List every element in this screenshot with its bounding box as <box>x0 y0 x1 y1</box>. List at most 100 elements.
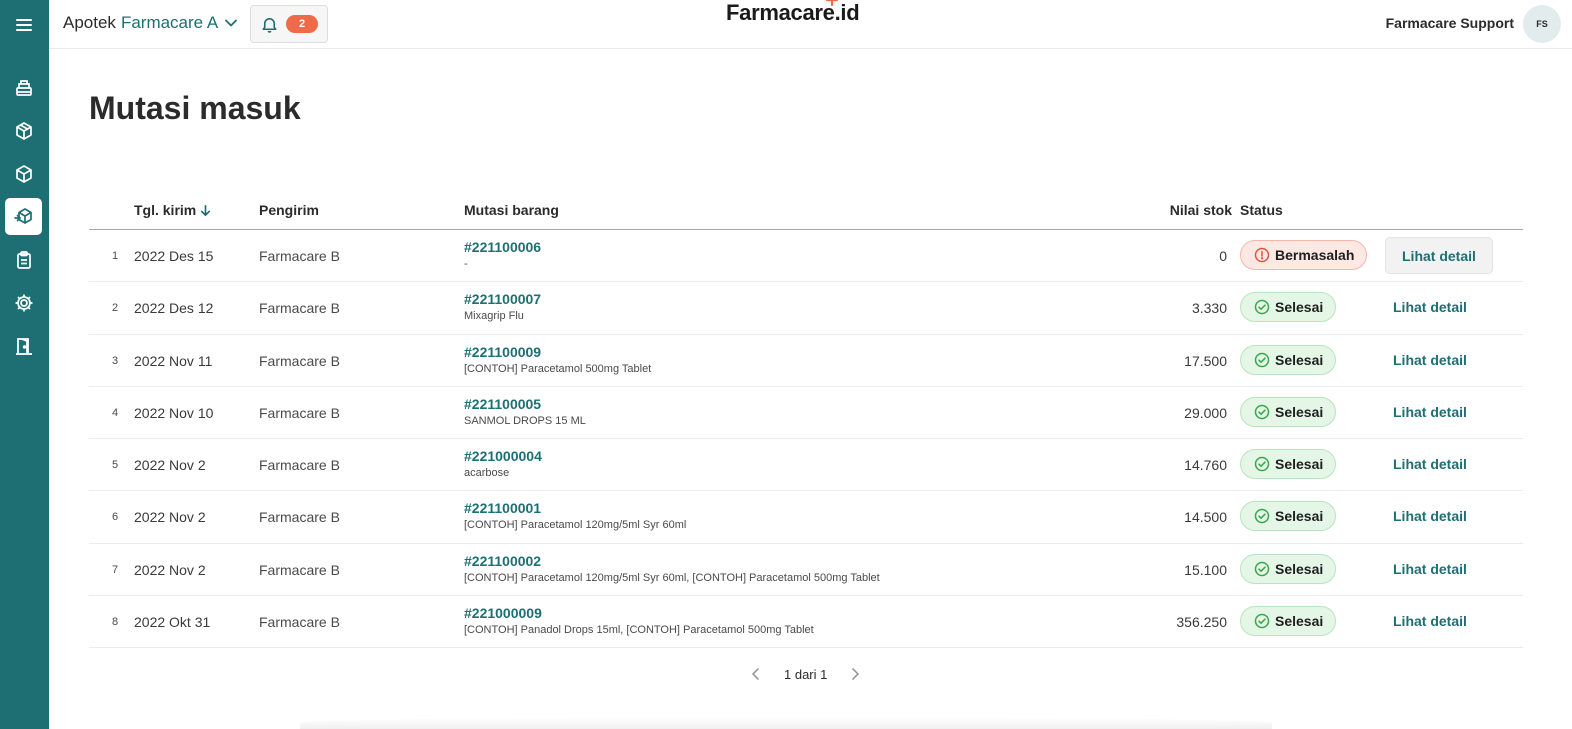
row-number: 6 <box>111 511 119 524</box>
sidebar-item-logout[interactable] <box>5 327 42 364</box>
sidebar-item-settings[interactable] <box>5 284 42 321</box>
row-date: 2022 Nov 10 <box>134 404 214 421</box>
status-label: Selesai <box>1275 560 1324 577</box>
cash-register-icon <box>15 79 32 96</box>
avatar[interactable]: FS <box>1523 5 1561 43</box>
row-date: 2022 Des 12 <box>134 300 214 317</box>
chevron-right-icon[interactable] <box>847 666 863 682</box>
table-row: 7 2022 Nov 2 Farmacare B #221100002 [CONTOH]… <box>89 544 1523 597</box>
table-row: 8 2022 Okt 31 Farmacare B #221000009 [CONTOH… <box>89 596 1523 649</box>
table-row: 1 2022 Des 15 Farmacare B #221100006 - 0 Berma… <box>89 230 1523 283</box>
status-badge: Selesai <box>1240 501 1337 532</box>
table-row: 5 2022 Nov 2 Farmacare B #221000004 acarbose… <box>89 439 1523 492</box>
sidebar-item-reports[interactable] <box>5 241 42 278</box>
row-mutation: #221100009 [CONTOH] Paracetamol 500mg Tab… <box>464 344 651 375</box>
row-mutation: #221100006 - <box>464 239 541 270</box>
row-stock-value: 15.100 <box>1184 561 1227 578</box>
mutation-items: - <box>464 258 468 270</box>
sidebar <box>0 0 49 729</box>
row-sender: Farmacare B <box>259 561 340 578</box>
mutation-items: [CONTOH] Panadol Drops 15ml, [CONTOH] Pa… <box>464 624 814 637</box>
mutation-code[interactable]: #221000004 <box>464 448 542 464</box>
pagination: 1 dari 1 <box>748 666 863 682</box>
row-number: 3 <box>111 354 119 367</box>
check-circle-icon <box>1254 300 1270 315</box>
view-detail-button[interactable]: Lihat detail <box>1393 613 1467 629</box>
status-label: Selesai <box>1275 456 1324 473</box>
status-badge: Selesai <box>1240 292 1337 323</box>
view-detail-button[interactable]: Lihat detail <box>1393 299 1467 315</box>
status-badge: Selesai <box>1240 396 1337 427</box>
view-detail-button[interactable]: Lihat detail <box>1393 404 1467 420</box>
exit-door-icon <box>15 337 32 355</box>
mutation-code[interactable]: #221100002 <box>464 553 880 569</box>
mutation-items: [CONTOH] Paracetamol 120mg/5ml Syr 60ml <box>464 519 687 532</box>
check-circle-icon <box>1254 404 1270 420</box>
sidebar-item-inventory[interactable] <box>5 112 42 149</box>
table-row: 3 2022 Nov 11 Farmacare B #221100009 [CONTOH… <box>89 335 1523 387</box>
chevron-down-icon <box>225 19 238 27</box>
column-header-date-label: Tgl. kirim <box>134 202 197 218</box>
pagination-label: 1 dari 1 <box>784 666 828 682</box>
mutation-code[interactable]: #221000009 <box>464 605 814 621</box>
mutation-code[interactable]: #221100005 <box>464 396 586 412</box>
mutation-code[interactable]: #221100007 <box>464 291 541 307</box>
alert-circle-icon <box>1254 247 1270 263</box>
mutation-code[interactable]: #221100009 <box>464 344 651 360</box>
view-detail-button[interactable]: Lihat detail <box>1393 352 1467 368</box>
row-date: 2022 Nov 2 <box>134 509 206 526</box>
mutation-items: Mixagrip Flu <box>464 310 524 323</box>
status-label: Selesai <box>1275 613 1324 630</box>
clipboard-icon <box>16 250 31 269</box>
mutation-items: SANMOL DROPS 15 ML <box>464 414 586 427</box>
sidebar-item-products[interactable] <box>5 155 42 192</box>
status-label: Selesai <box>1275 299 1324 316</box>
column-header-date[interactable]: Tgl. kirim <box>134 202 212 218</box>
notification-button[interactable]: 2 <box>250 5 328 43</box>
status-label: Selesai <box>1275 508 1324 525</box>
chevron-left-icon[interactable] <box>748 666 764 682</box>
check-circle-icon <box>1254 613 1270 629</box>
menu-button[interactable] <box>5 6 42 43</box>
bottom-shadow <box>300 717 1272 729</box>
row-mutation: #221100002 [CONTOH] Paracetamol 120mg/5ml… <box>464 553 880 584</box>
row-date: 2022 Des 15 <box>134 248 214 264</box>
user-name[interactable]: Farmacare Support <box>1386 15 1514 31</box>
row-sender: Farmacare B <box>259 614 340 631</box>
table-body: 1 2022 Des 15 Farmacare B #221100006 - 0 Berma… <box>89 230 1523 649</box>
view-detail-button[interactable]: Lihat detail <box>1393 456 1467 472</box>
status-badge: Selesai <box>1240 606 1337 637</box>
logo-text-suffix: .id <box>834 0 860 25</box>
notification-count-badge: 2 <box>286 15 318 33</box>
box-icon <box>15 121 32 140</box>
view-detail-button[interactable]: Lihat detail <box>1385 237 1493 274</box>
column-header-status: Status <box>1240 202 1283 218</box>
mutation-table: Tgl. kirim Pengirim Mutasi barang Nilai … <box>89 190 1523 649</box>
sidebar-item-mutation[interactable] <box>5 198 42 235</box>
row-mutation: #221000004 acarbose <box>464 448 542 479</box>
row-sender: Farmacare B <box>259 248 340 264</box>
view-detail-button[interactable]: Lihat detail <box>1393 508 1467 524</box>
column-header-mutation: Mutasi barang <box>464 202 559 218</box>
sidebar-item-cashier[interactable] <box>5 69 42 106</box>
row-mutation: #221100001 [CONTOH] Paracetamol 120mg/5ml… <box>464 500 686 531</box>
menu-icon <box>15 18 32 31</box>
row-date: 2022 Nov 11 <box>134 352 213 369</box>
status-badge: Selesai <box>1240 449 1337 480</box>
mutation-items: [CONTOH] Paracetamol 500mg Tablet <box>464 362 652 375</box>
mutation-code[interactable]: #221100001 <box>464 500 686 516</box>
table-row: 2 2022 Des 12 Farmacare B #221100007 Mixagri… <box>89 282 1523 335</box>
arrow-down-icon <box>201 205 211 216</box>
farmacare-logo: Farmacare .id <box>726 0 860 26</box>
mutation-code[interactable]: #221100006 <box>464 239 541 255</box>
row-number: 5 <box>111 459 119 472</box>
store-selector[interactable]: Apotek Farmacare A <box>63 13 239 33</box>
row-stock-value: 14.500 <box>1184 509 1227 526</box>
row-mutation: #221000009 [CONTOH] Panadol Drops 15ml, [… <box>464 605 814 636</box>
row-date: 2022 Nov 2 <box>134 457 206 474</box>
view-detail-button[interactable]: Lihat detail <box>1393 561 1467 577</box>
row-stock-value: 0 <box>1219 248 1227 264</box>
column-header-sender: Pengirim <box>259 202 319 218</box>
row-stock-value: 17.500 <box>1184 352 1227 369</box>
row-sender: Farmacare B <box>259 457 340 474</box>
